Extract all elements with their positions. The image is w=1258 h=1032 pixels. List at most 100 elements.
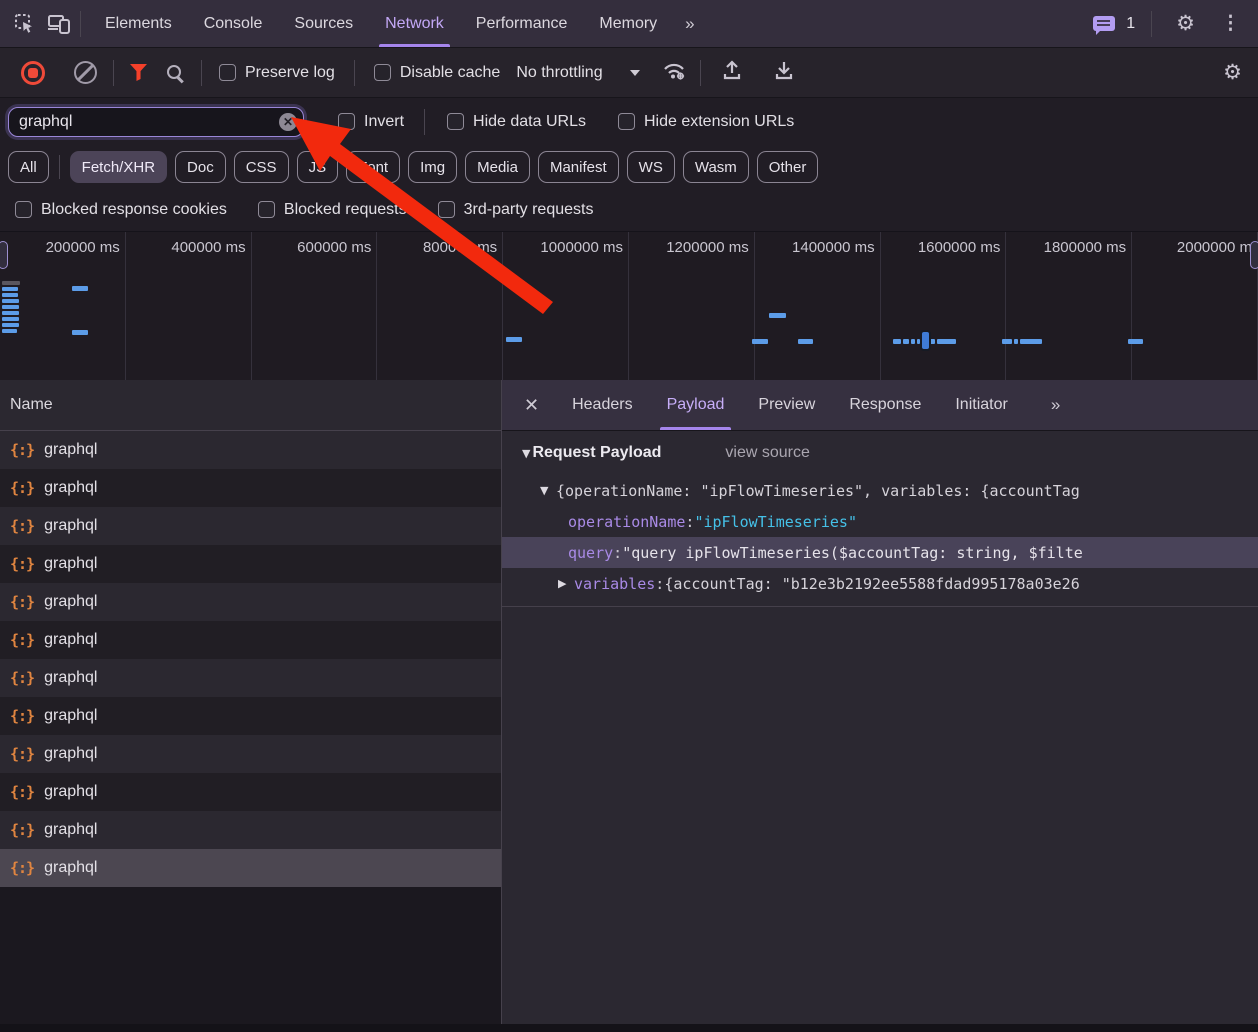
request-row[interactable]: {:}graphql [0, 545, 501, 583]
request-name: graphql [44, 821, 97, 839]
request-row[interactable]: {:}graphql [0, 621, 501, 659]
timeline-bars [0, 232, 1258, 380]
tab-network[interactable]: Network [369, 0, 460, 47]
request-row[interactable]: {:} graphql [0, 583, 501, 621]
settings-gear-icon[interactable]: ⚙ [1166, 13, 1205, 34]
clear-filter-icon[interactable]: ✕ [279, 113, 297, 131]
request-row[interactable]: {:}graphql [0, 697, 501, 735]
request-row[interactable]: {:}graphql [0, 431, 501, 469]
fetch-xhr-icon: {:} [10, 593, 34, 611]
tab-elements[interactable]: Elements [89, 0, 188, 47]
third-party-requests-checkbox[interactable]: 3rd-party requests [438, 201, 594, 219]
type-filter-ws[interactable]: WS [627, 151, 675, 183]
request-bar [72, 286, 88, 291]
request-row[interactable]: {:}graphql [0, 659, 501, 697]
type-filter-other[interactable]: Other [757, 151, 819, 183]
request-row[interactable]: {:}graphql [0, 735, 501, 773]
customize-menu-icon[interactable]: ⋮ [1211, 12, 1250, 35]
preserve-log-label: Preserve log [245, 64, 335, 82]
collapse-triangle-icon[interactable]: ▼ [540, 484, 556, 497]
search-icon[interactable] [165, 63, 185, 83]
timeline-left-handle[interactable] [0, 241, 8, 269]
type-filter-font[interactable]: Font [346, 151, 400, 183]
request-name: graphql [44, 631, 97, 649]
tab-performance[interactable]: Performance [460, 0, 584, 47]
request-bar [2, 281, 20, 285]
invert-checkbox[interactable]: Invert [338, 113, 404, 131]
record-icon[interactable] [21, 61, 45, 85]
type-filter-js[interactable]: JS [297, 151, 339, 183]
filter-input[interactable] [8, 107, 304, 137]
blocked-response-cookies-checkbox[interactable]: Blocked response cookies [15, 201, 227, 219]
type-filter-css[interactable]: CSS [234, 151, 289, 183]
type-filter-fetch-xhr[interactable]: Fetch/XHR [70, 151, 167, 183]
import-har-icon[interactable] [721, 59, 743, 86]
expand-triangle-icon[interactable]: ▶ [558, 577, 574, 590]
fetch-xhr-icon: {:} [10, 669, 34, 687]
tab-console[interactable]: Console [188, 0, 279, 47]
request-bar [911, 339, 915, 344]
divider [424, 109, 425, 135]
blocked-requests-checkbox[interactable]: Blocked requests [258, 201, 407, 219]
issues-icon[interactable] [1093, 16, 1115, 31]
request-payload-section-header[interactable]: ▼ Request Payload view source [502, 431, 1258, 475]
clear-network-log-icon[interactable] [74, 61, 97, 84]
network-overview-timeline[interactable]: 200000 ms 400000 ms 600000 ms 800000 ms … [0, 231, 1258, 381]
network-conditions-icon[interactable] [662, 60, 686, 86]
detail-tab-response[interactable]: Response [832, 380, 938, 430]
request-row[interactable]: {:}graphql [0, 811, 501, 849]
request-row[interactable]: {:}graphql [0, 773, 501, 811]
payload-query-row-selected[interactable]: query: "query ipFlowTimeseries($accountT… [502, 537, 1258, 568]
request-bar [903, 339, 909, 344]
more-detail-tabs-icon[interactable]: » [1039, 395, 1074, 415]
more-tabs-icon[interactable]: » [673, 14, 708, 34]
throttling-value: No throttling [516, 64, 602, 82]
request-bar [1014, 339, 1018, 344]
request-name: graphql [44, 593, 97, 611]
request-bar [2, 305, 19, 309]
type-filter-manifest[interactable]: Manifest [538, 151, 619, 183]
timeline-right-handle[interactable] [1250, 241, 1258, 269]
request-row[interactable]: {:}graphql [0, 469, 501, 507]
request-bar [2, 299, 19, 303]
tab-sources[interactable]: Sources [278, 0, 369, 47]
filter-input-wrap: ✕ [8, 107, 304, 137]
filter-icon[interactable] [130, 64, 147, 81]
name-column-header[interactable]: Name [0, 380, 501, 431]
throttling-select[interactable]: No throttling [516, 64, 639, 82]
detail-tab-headers[interactable]: Headers [555, 380, 649, 430]
request-bar [2, 287, 18, 291]
detail-tab-payload[interactable]: Payload [650, 380, 742, 430]
divider [354, 60, 355, 86]
request-bar [752, 339, 768, 344]
type-filter-all[interactable]: All [8, 151, 49, 183]
payload-operation-row[interactable]: operationName: "ipFlowTimeseries" [502, 506, 1258, 537]
close-icon[interactable]: ✕ [502, 395, 555, 416]
divider [201, 60, 202, 86]
inspect-element-icon[interactable] [8, 8, 42, 40]
export-har-icon[interactable] [773, 59, 795, 86]
hide-data-urls-checkbox[interactable]: Hide data URLs [447, 113, 586, 131]
request-row-selected[interactable]: {:}graphql [0, 849, 501, 887]
detail-tab-initiator[interactable]: Initiator [938, 380, 1024, 430]
type-filter-img[interactable]: Img [408, 151, 457, 183]
view-source-link[interactable]: view source [725, 444, 809, 462]
device-toolbar-icon[interactable] [42, 8, 76, 40]
request-payload-title: Request Payload [532, 444, 661, 462]
disable-cache-checkbox[interactable]: Disable cache [374, 64, 501, 82]
type-filter-media[interactable]: Media [465, 151, 530, 183]
request-row[interactable]: {:}graphql [0, 507, 501, 545]
payload-variables-row[interactable]: ▶ variables: {accountTag: "b12e3b2192ee5… [502, 568, 1258, 599]
checkbox-icon [338, 113, 355, 130]
tab-memory[interactable]: Memory [583, 0, 673, 47]
request-detail-pane: ✕ Headers Payload Preview Response Initi… [501, 380, 1258, 1032]
hide-extension-urls-checkbox[interactable]: Hide extension URLs [618, 113, 794, 131]
network-settings-gear-icon[interactable]: ⚙ [1223, 62, 1242, 83]
checkbox-icon [258, 201, 275, 218]
type-filter-doc[interactable]: Doc [175, 151, 226, 183]
payload-key: operationName [568, 513, 685, 531]
detail-tab-preview[interactable]: Preview [741, 380, 832, 430]
preserve-log-checkbox[interactable]: Preserve log [219, 64, 335, 82]
payload-root-row[interactable]: ▼ {operationName: "ipFlowTimeseries", va… [502, 475, 1258, 506]
type-filter-wasm[interactable]: Wasm [683, 151, 749, 183]
